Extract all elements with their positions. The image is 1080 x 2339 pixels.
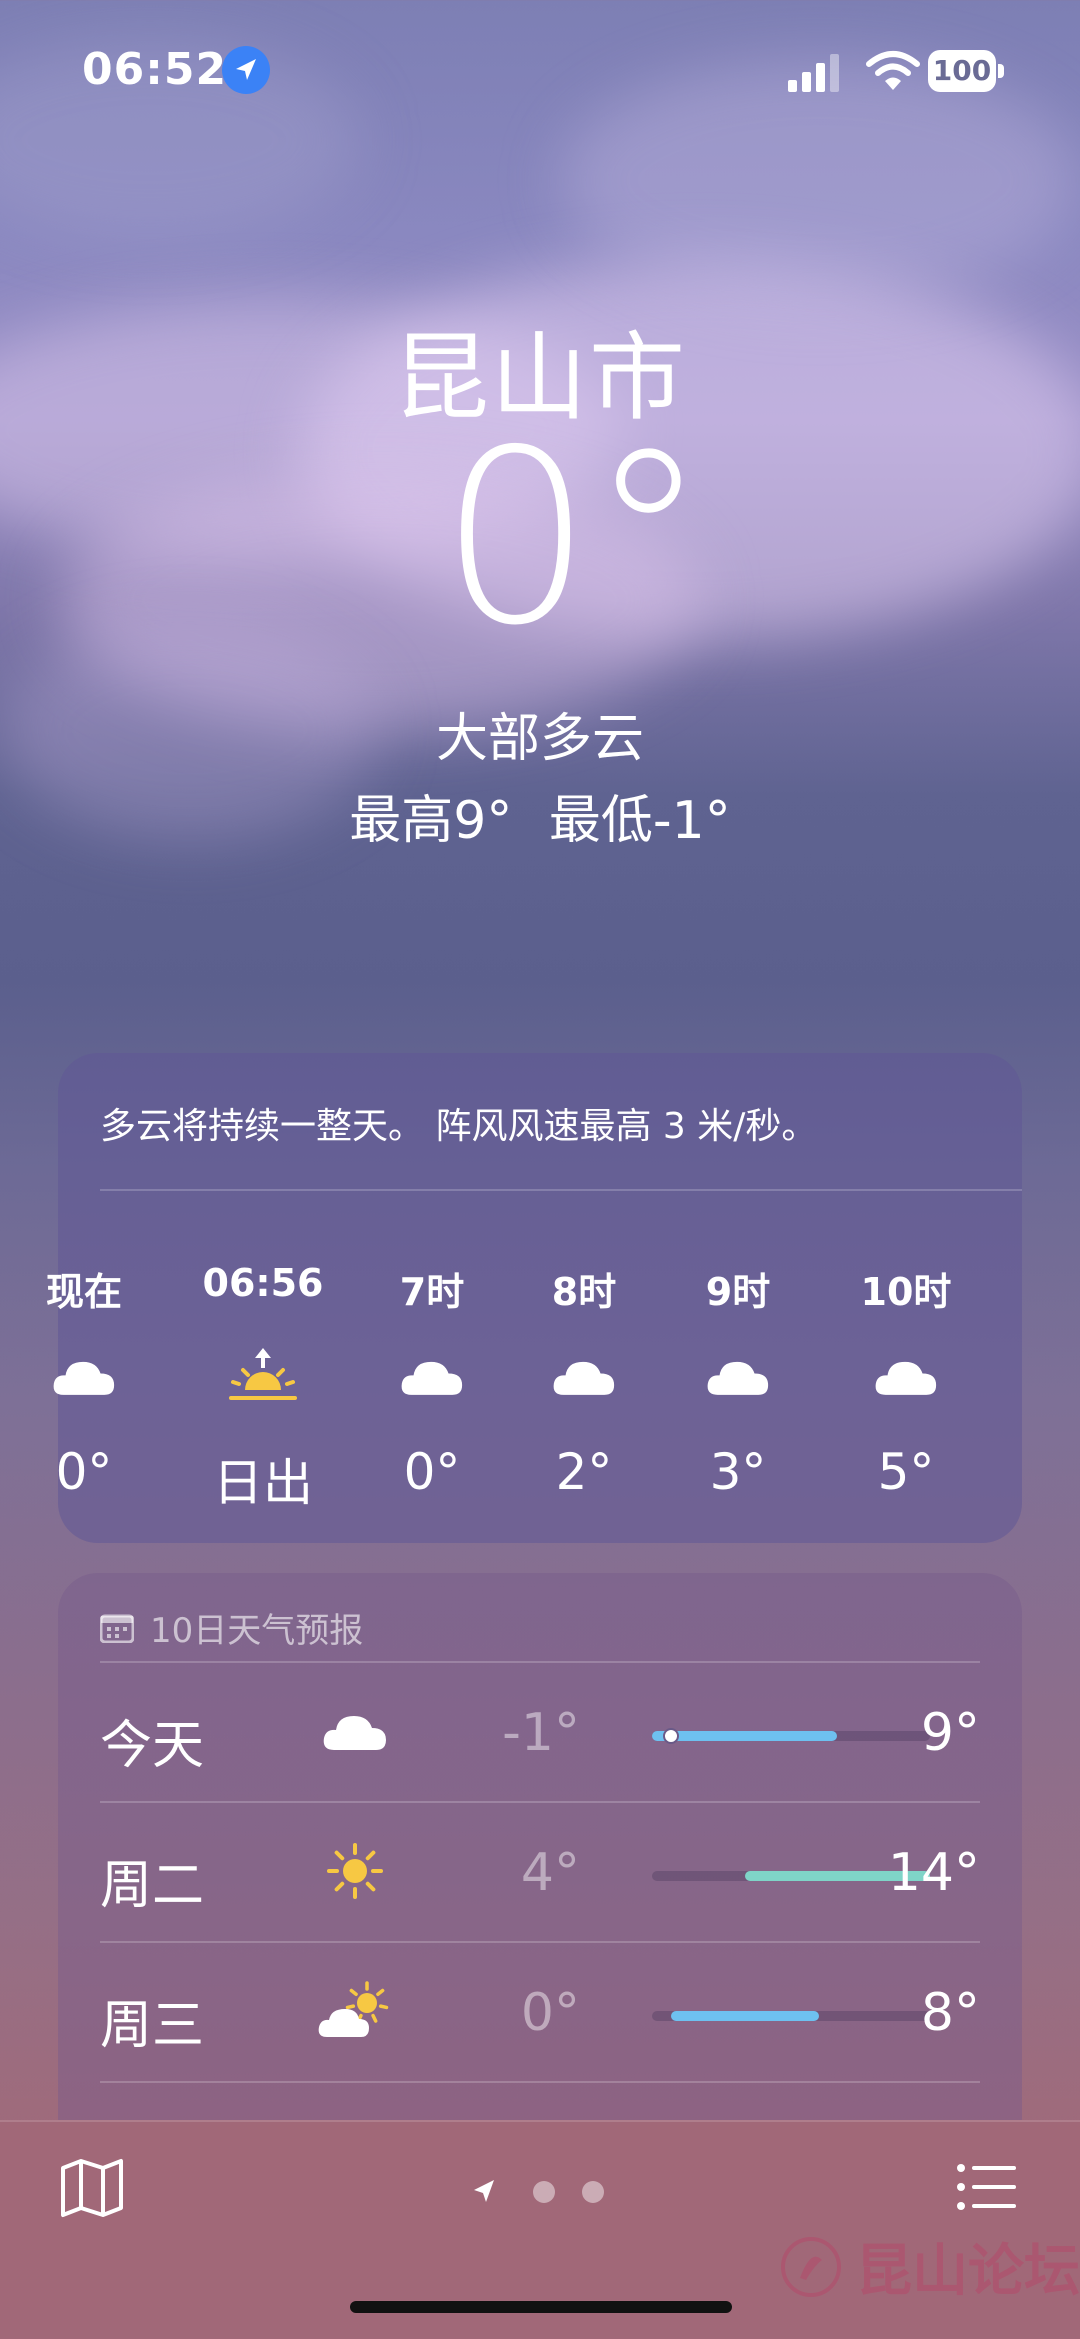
calendar-icon bbox=[100, 1614, 134, 1643]
divider bbox=[100, 1801, 980, 1803]
hourly-item: 8时 2° bbox=[514, 1261, 654, 1501]
hour-value: 2° bbox=[555, 1443, 613, 1501]
temp-range-fill bbox=[652, 1731, 838, 1741]
status-bar: 06:52 100 bbox=[0, 0, 1080, 140]
hour-label: 现在 bbox=[45, 1270, 122, 1314]
map-icon[interactable] bbox=[60, 2158, 124, 2218]
sun-icon bbox=[310, 1831, 400, 1911]
page-indicator[interactable] bbox=[470, 2172, 620, 2212]
hour-value: 0° bbox=[403, 1443, 461, 1501]
day-label: 今天 bbox=[100, 1716, 205, 1776]
hour-value: 3° bbox=[709, 1443, 767, 1501]
wifi-icon bbox=[866, 51, 920, 90]
hour-value: 5° bbox=[877, 1443, 935, 1501]
hourly-item: 现在 0° bbox=[14, 1261, 154, 1501]
sunrise-icon bbox=[193, 1333, 333, 1419]
cloud-icon bbox=[14, 1333, 154, 1419]
hourly-forecast-card[interactable]: 多云将持续一整天。 阵风风速最高 3 米/秒。 现在 0° 06:56 日出 7时 … bbox=[46, 1053, 1022, 1543]
divider bbox=[100, 2081, 980, 2083]
low-temp: -1° bbox=[502, 1703, 580, 1763]
high-temp: 14° bbox=[887, 1843, 980, 1903]
location-arrow-icon bbox=[222, 46, 270, 94]
cloud-icon bbox=[514, 1333, 654, 1419]
hourly-item: 06:56 日出 bbox=[193, 1261, 333, 1515]
high-low-temps: 最高9° 最低-1° bbox=[0, 778, 1080, 853]
hour-label: 06:56 bbox=[202, 1261, 324, 1305]
day-label: 周二 bbox=[100, 1856, 205, 1916]
hourly-item: 7时 0° bbox=[362, 1261, 502, 1501]
cellular-signal-icon bbox=[788, 54, 839, 92]
cloud-icon bbox=[668, 1333, 808, 1419]
low-temp: 最低-1° bbox=[548, 791, 731, 851]
weather-condition: 大部多云 bbox=[435, 709, 644, 769]
daily-row[interactable]: 周三 0° 8° bbox=[100, 1941, 980, 2081]
forecast-summary: 多云将持续一整天。 阵风风速最高 3 米/秒。 bbox=[100, 1106, 818, 1147]
hour-value: 0° bbox=[55, 1443, 113, 1501]
cloud-icon bbox=[310, 1691, 400, 1771]
daily-row[interactable]: 今天 -1° 9° bbox=[100, 1661, 980, 1801]
cloud-icon bbox=[836, 1333, 976, 1419]
day-label: 周三 bbox=[100, 1996, 205, 2056]
watermark-text: 昆山论坛 bbox=[856, 2238, 1080, 2304]
current-temp-marker bbox=[662, 1728, 679, 1744]
forum-watermark: 昆山论坛 bbox=[780, 2226, 1080, 2307]
status-time: 06:52 bbox=[82, 44, 228, 95]
hour-value: 日出 bbox=[213, 1454, 313, 1512]
list-icon[interactable] bbox=[956, 2162, 1018, 2212]
high-temp: 8° bbox=[920, 1983, 980, 2043]
hour-label: 10时 bbox=[860, 1270, 952, 1314]
forum-logo-icon bbox=[781, 2236, 841, 2297]
divider bbox=[100, 1661, 980, 1663]
temp-range-fill bbox=[670, 2011, 819, 2021]
ten-day-header: 10日天气预报 bbox=[100, 1603, 363, 1652]
current-temperature: 0° bbox=[439, 398, 709, 678]
high-temp: 9° bbox=[920, 1703, 980, 1763]
hourly-item: 9时 3° bbox=[668, 1261, 808, 1501]
divider bbox=[100, 1941, 980, 1943]
high-temp: 最高9° bbox=[349, 791, 513, 851]
low-temp: 0° bbox=[520, 1983, 580, 2043]
ten-day-title: 10日天气预报 bbox=[150, 1611, 364, 1651]
home-indicator[interactable] bbox=[350, 2301, 732, 2313]
hour-label: 8时 bbox=[551, 1270, 617, 1314]
hourly-item: 10时 5° bbox=[836, 1261, 976, 1501]
daily-row[interactable]: 周二 4° 14° bbox=[100, 1801, 980, 1941]
battery-level: 100 bbox=[932, 54, 992, 87]
hour-label: 7时 bbox=[399, 1270, 465, 1314]
partly-sunny-icon bbox=[310, 1971, 400, 2051]
cloud-icon bbox=[362, 1333, 502, 1419]
hour-label: 9时 bbox=[705, 1270, 771, 1314]
divider bbox=[100, 1189, 1022, 1191]
battery-icon: 100 bbox=[928, 50, 1004, 92]
low-temp: 4° bbox=[520, 1843, 580, 1903]
